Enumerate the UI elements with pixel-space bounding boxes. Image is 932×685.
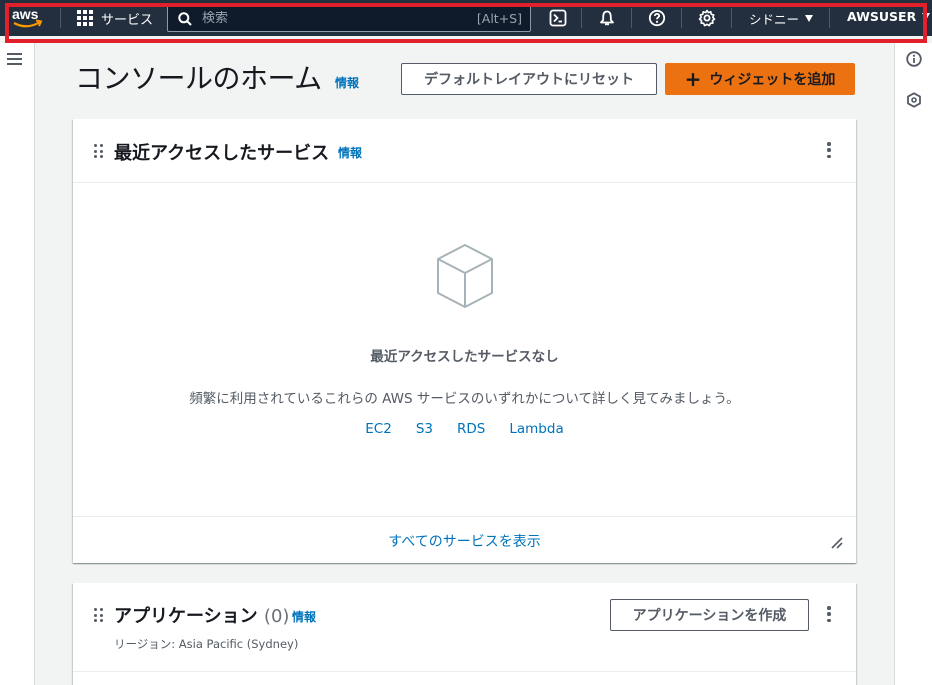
account-menu[interactable]: AWSUSER bbox=[847, 9, 931, 24]
suggested-services: EC2 S3 RDS Lambda bbox=[73, 421, 856, 437]
services-label: サービス bbox=[101, 12, 154, 28]
grid-icon bbox=[77, 9, 94, 27]
view-all-services-link[interactable]: すべてのサービスを表示 bbox=[73, 531, 856, 551]
hexagon-icon[interactable] bbox=[906, 92, 922, 108]
plus-icon: + bbox=[684, 67, 702, 91]
recent-services-title: 最近アクセスしたサービス bbox=[114, 143, 330, 164]
help-icon bbox=[648, 9, 666, 27]
search-icon bbox=[178, 11, 192, 26]
search-shortcut-hint: [Alt+S] bbox=[476, 11, 522, 26]
bell-icon bbox=[600, 10, 614, 26]
add-widget-label: ウィジェットを追加 bbox=[709, 72, 836, 88]
cloudshell-button[interactable] bbox=[547, 7, 569, 29]
drag-handle-icon[interactable] bbox=[94, 144, 104, 158]
nav-divider bbox=[681, 8, 682, 28]
applications-title: アプリケーション (0) bbox=[114, 602, 289, 628]
add-widget-button[interactable]: + ウィジェットを追加 bbox=[665, 63, 855, 95]
applications-count: (0) bbox=[263, 606, 290, 627]
more-options-icon[interactable] bbox=[826, 606, 832, 622]
empty-state-title: 最近アクセスしたサービスなし bbox=[370, 349, 559, 365]
region-text: リージョン: Asia Pacific (Sydney) bbox=[114, 637, 299, 651]
nav-divider bbox=[60, 8, 61, 28]
nav-divider bbox=[829, 8, 830, 28]
drag-handle-icon[interactable] bbox=[94, 608, 104, 622]
service-link-rds[interactable]: RDS bbox=[457, 421, 485, 437]
region-label: シドニー bbox=[749, 12, 800, 27]
title-info-link[interactable]: 情報 bbox=[335, 74, 359, 91]
info-panel-icon[interactable] bbox=[906, 51, 922, 67]
user-label: AWSUSER bbox=[847, 9, 917, 24]
nav-divider bbox=[581, 8, 582, 28]
empty-box-icon bbox=[437, 244, 493, 308]
applications-widget: アプリケーション (0) 情報 リージョン: Asia Pacific (Syd… bbox=[73, 583, 856, 685]
nav-divider bbox=[731, 8, 732, 28]
empty-state-description: 頻繁に利用されているこれらの AWS サービスのいずれかについて詳しく見てみまし… bbox=[189, 391, 740, 407]
svg-text:aws: aws bbox=[12, 6, 39, 22]
services-menu-button[interactable]: サービス bbox=[77, 6, 153, 30]
service-link-lambda[interactable]: Lambda bbox=[509, 421, 563, 437]
nav-divider bbox=[631, 8, 632, 28]
applications-info-link[interactable]: 情報 bbox=[292, 608, 316, 625]
top-navigation: aws サービス [Alt+S] bbox=[0, 0, 932, 36]
service-link-ec2[interactable]: EC2 bbox=[365, 421, 392, 437]
cloudshell-icon bbox=[549, 9, 567, 27]
page-title: コンソールのホーム bbox=[75, 62, 322, 95]
search-box[interactable]: [Alt+S] bbox=[167, 5, 531, 32]
settings-icon bbox=[698, 9, 716, 27]
notifications-button[interactable] bbox=[596, 7, 618, 29]
help-button[interactable] bbox=[646, 7, 668, 29]
divider bbox=[73, 182, 856, 183]
region-selector[interactable]: シドニー bbox=[749, 9, 814, 28]
create-application-button[interactable]: アプリケーションを作成 bbox=[610, 599, 809, 631]
applications-title-text: アプリケーション bbox=[114, 606, 258, 627]
left-rail bbox=[0, 43, 35, 685]
recent-info-link[interactable]: 情報 bbox=[338, 144, 362, 161]
reset-layout-button[interactable]: デフォルトレイアウトにリセット bbox=[401, 63, 657, 95]
more-options-icon[interactable] bbox=[826, 142, 832, 158]
right-rail bbox=[894, 43, 932, 685]
divider bbox=[73, 671, 856, 672]
caret-down-icon bbox=[805, 15, 814, 22]
divider bbox=[73, 516, 856, 517]
aws-logo-icon[interactable]: aws bbox=[11, 5, 45, 31]
menu-icon[interactable] bbox=[7, 53, 22, 65]
resize-handle-icon[interactable] bbox=[831, 537, 843, 549]
recent-services-widget: 最近アクセスしたサービス 情報 最近アクセスしたサービスなし 頻繁に利用されてい… bbox=[73, 119, 856, 563]
service-link-s3[interactable]: S3 bbox=[416, 421, 433, 437]
search-input[interactable] bbox=[192, 11, 477, 26]
settings-button[interactable] bbox=[696, 7, 718, 29]
caret-down-icon bbox=[922, 13, 931, 20]
